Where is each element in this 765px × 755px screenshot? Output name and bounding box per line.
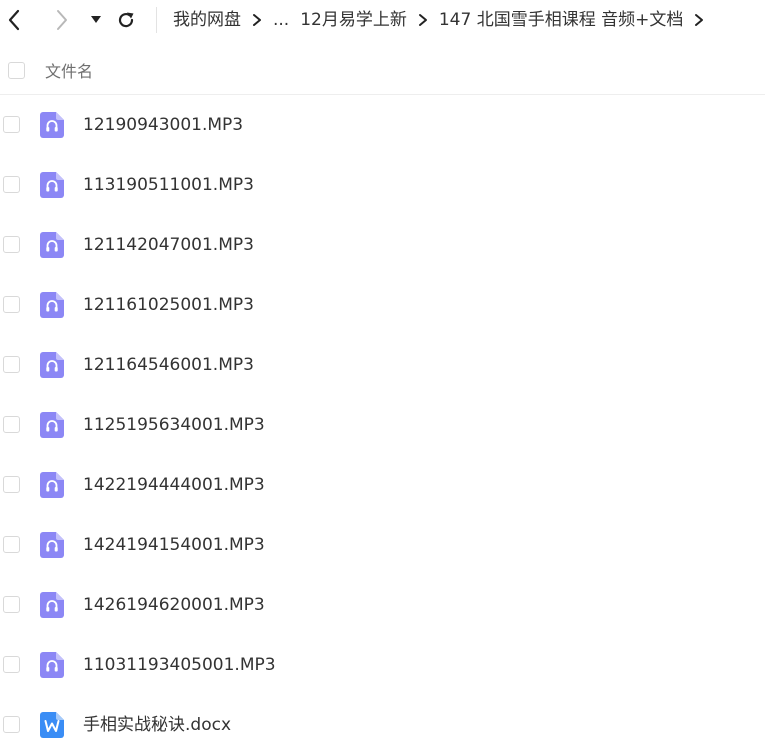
list-item[interactable]: 手相实战秘诀.docx <box>0 695 765 755</box>
audio-file-icon <box>40 292 64 318</box>
file-list: 12190943001.MP3 113190511001.MP3 1211420… <box>0 95 765 755</box>
breadcrumb-separator-icon <box>692 0 706 40</box>
file-name: 1125195634001.MP3 <box>83 415 265 435</box>
back-button[interactable] <box>2 8 26 32</box>
file-name: 121142047001.MP3 <box>83 235 254 255</box>
list-item[interactable]: 1426194620001.MP3 <box>0 575 765 635</box>
file-name: 12190943001.MP3 <box>83 115 244 135</box>
column-header-filename[interactable]: 文件名 <box>45 50 93 94</box>
audio-file-icon <box>40 592 64 618</box>
file-name: 手相实战秘诀.docx <box>83 715 232 735</box>
file-name: 121161025001.MP3 <box>83 295 254 315</box>
breadcrumb-item[interactable]: 12月易学上新 <box>298 0 416 40</box>
list-item[interactable]: 121161025001.MP3 <box>0 275 765 335</box>
file-name: 121164546001.MP3 <box>83 355 254 375</box>
refresh-icon <box>118 12 134 28</box>
row-checkbox[interactable] <box>3 716 20 733</box>
list-item[interactable]: 1424194154001.MP3 <box>0 515 765 575</box>
list-item[interactable]: 1422194444001.MP3 <box>0 455 765 515</box>
list-item[interactable]: 121164546001.MP3 <box>0 335 765 395</box>
file-name: 113190511001.MP3 <box>83 175 254 195</box>
breadcrumb-separator-icon <box>416 0 430 40</box>
audio-file-icon <box>40 172 64 198</box>
row-checkbox[interactable] <box>3 236 20 253</box>
list-header: 文件名 <box>0 50 765 95</box>
breadcrumb-ellipsis[interactable]: ... <box>264 0 298 40</box>
audio-file-icon <box>40 112 64 138</box>
list-item[interactable]: 12190943001.MP3 <box>0 95 765 155</box>
audio-file-icon <box>40 232 64 258</box>
file-name: 11031193405001.MP3 <box>83 655 276 675</box>
history-dropdown-button[interactable] <box>86 10 106 30</box>
audio-file-icon <box>40 412 64 438</box>
row-checkbox[interactable] <box>3 356 20 373</box>
refresh-button[interactable] <box>114 8 138 32</box>
chevron-left-icon <box>8 9 20 31</box>
row-checkbox[interactable] <box>3 656 20 673</box>
breadcrumb-item-current[interactable]: 147 北国雪手相课程 音频+文档 <box>430 0 693 40</box>
row-checkbox[interactable] <box>3 116 20 133</box>
audio-file-icon <box>40 652 64 678</box>
word-file-icon <box>40 712 64 738</box>
row-checkbox[interactable] <box>3 536 20 553</box>
select-all-checkbox[interactable] <box>8 62 25 79</box>
list-item[interactable]: 11031193405001.MP3 <box>0 635 765 695</box>
audio-file-icon <box>40 532 64 558</box>
breadcrumb-separator-icon <box>250 0 264 40</box>
breadcrumb-root[interactable]: 我的网盘 <box>164 0 250 40</box>
toolbar: 我的网盘 ... 12月易学上新 147 北国雪手相课程 音频+文档 <box>0 0 765 40</box>
file-name: 1422194444001.MP3 <box>83 475 265 495</box>
breadcrumb: 我的网盘 ... 12月易学上新 147 北国雪手相课程 音频+文档 <box>164 0 706 40</box>
row-checkbox[interactable] <box>3 296 20 313</box>
file-name: 1424194154001.MP3 <box>83 535 265 555</box>
forward-button[interactable] <box>50 8 74 32</box>
list-item[interactable]: 1125195634001.MP3 <box>0 395 765 455</box>
audio-file-icon <box>40 472 64 498</box>
row-checkbox[interactable] <box>3 176 20 193</box>
chevron-right-icon <box>57 10 67 30</box>
row-checkbox[interactable] <box>3 476 20 493</box>
list-item[interactable]: 121142047001.MP3 <box>0 215 765 275</box>
list-item[interactable]: 113190511001.MP3 <box>0 155 765 215</box>
row-checkbox[interactable] <box>3 596 20 613</box>
audio-file-icon <box>40 352 64 378</box>
file-name: 1426194620001.MP3 <box>83 595 265 615</box>
row-checkbox[interactable] <box>3 416 20 433</box>
caret-down-icon <box>91 16 101 23</box>
toolbar-divider <box>156 7 157 33</box>
